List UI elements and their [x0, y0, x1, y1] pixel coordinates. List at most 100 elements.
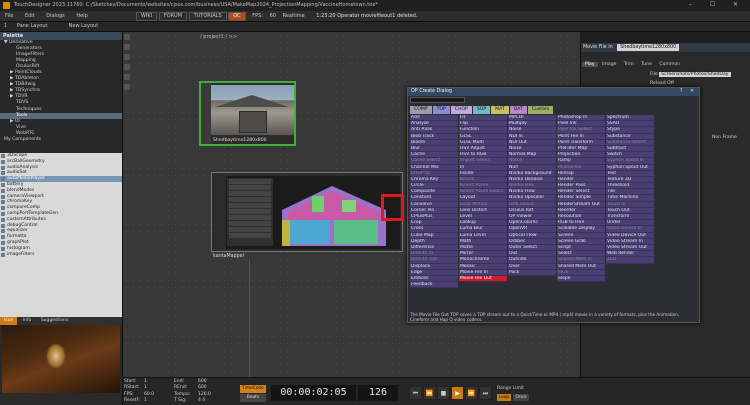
- param-tab-tune[interactable]: Tune: [638, 62, 655, 67]
- param-tab-play[interactable]: Play: [582, 62, 598, 67]
- op-item[interactable]: ZED: [606, 257, 654, 264]
- timeline-stat-value[interactable]: 600: [198, 385, 207, 391]
- pane-toolbar: 1 Pane Layout New Layout: [0, 22, 750, 32]
- op-column: Add Analyze Anti Alias Blob Track Bloom Blur C…: [410, 115, 458, 289]
- status-message: 1:23:20 Operator moviefileout1 deleted.: [316, 13, 418, 19]
- op-tab-comp[interactable]: COMP: [410, 106, 432, 114]
- op-dialog-title: OP Create Dialog: [411, 89, 452, 94]
- timecode-button[interactable]: TimeCode: [240, 385, 266, 393]
- skip-start-button[interactable]: ⏮: [409, 386, 422, 400]
- op-tab-dat[interactable]: DAT: [509, 106, 527, 114]
- node-kantamapper-label: kantaMapper: [213, 254, 245, 259]
- step-forward-button[interactable]: ⏩: [465, 386, 478, 400]
- pane-number[interactable]: 1: [0, 22, 11, 31]
- palette-list: 3DScope arcBallGeometry audioAnalysis audio…: [0, 153, 122, 317]
- grid-icon[interactable]: [124, 54, 130, 60]
- range-limit-label: Range Limit: [497, 386, 524, 391]
- timeline-stat-value[interactable]: 1: [144, 385, 147, 391]
- beats-button[interactable]: Beats: [240, 394, 266, 402]
- op-column: MPCDI Multiply Noise NDI In NDI Out Noise Norm…: [508, 115, 556, 276]
- stop-button[interactable]: ■: [437, 386, 450, 400]
- op-tab-top[interactable]: TOP: [432, 106, 450, 114]
- param-op-type: Movie File In: [583, 45, 613, 50]
- op-item[interactable]: Pack: [508, 269, 556, 276]
- window-titlebar: TouchDesigner 2023.11760: C:/Sketches/Do…: [0, 0, 750, 11]
- oc-badge[interactable]: OC: [228, 12, 246, 21]
- op-tab-custom[interactable]: Custom: [527, 106, 554, 114]
- op-dialog-titlebar: OP Create Dialog ? ✕: [408, 88, 699, 96]
- tab-suggestions[interactable]: Suggestions: [37, 317, 73, 325]
- param-reload[interactable]: Reload Off: [650, 81, 674, 86]
- shed-roof: [215, 95, 289, 107]
- param-header: Movie File In Shedbaytime1280x800: [581, 43, 750, 52]
- skip-end-button[interactable]: ⏭: [479, 386, 492, 400]
- play-button[interactable]: ▶: [451, 386, 464, 400]
- realtime-toggle[interactable]: Realtime: [278, 11, 310, 22]
- timeline-stat-value[interactable]: 120.0: [198, 392, 211, 398]
- op-dialog-controls[interactable]: ? ✕: [680, 88, 697, 96]
- lamp-image: [46, 343, 66, 369]
- zoom-icon[interactable]: [124, 64, 130, 70]
- layout-icon[interactable]: [124, 74, 130, 80]
- param-tabs: Play Image Trim Tune Common: [582, 62, 683, 67]
- touchdesigner-app-icon: [3, 2, 10, 9]
- once-button[interactable]: Once: [513, 394, 529, 401]
- op-description: The Movie File Out TOP saves a TOP strea…: [410, 312, 680, 322]
- color-icon[interactable]: [124, 84, 130, 90]
- wire: [249, 260, 250, 377]
- op-tab-mat[interactable]: MAT: [491, 106, 509, 114]
- menu-dialogs[interactable]: Dialogs: [41, 11, 70, 22]
- kanta-ui-panel: [227, 178, 273, 246]
- timeline-stat-value[interactable]: 60.0: [144, 392, 154, 398]
- palette-tree-item[interactable]: My Components: [0, 137, 122, 143]
- param-op-name[interactable]: Shedbaytime1280x800: [617, 44, 680, 51]
- tab-icon[interactable]: Icon: [0, 317, 18, 325]
- timecode-display[interactable]: 00:00:02:05: [271, 385, 356, 401]
- kanta-viewer: [226, 176, 400, 249]
- param-file-row: File Screenshots/Photos/ShedDay: [650, 72, 731, 77]
- timeline-stat-value[interactable]: 1: [144, 398, 147, 404]
- timeline-stat-value[interactable]: 4 4: [198, 398, 205, 404]
- param-tab-image[interactable]: Image: [599, 62, 619, 67]
- menu-help[interactable]: Help: [71, 11, 92, 22]
- projection-mapping-preview: [282, 186, 386, 246]
- network-path[interactable]: / project1 / >>: [200, 34, 237, 40]
- new-layout-button[interactable]: New Layout: [65, 22, 103, 31]
- forum-button[interactable]: FORUM: [158, 12, 187, 21]
- tab-info[interactable]: Info: [19, 317, 36, 325]
- param-tab-trim[interactable]: Trim: [621, 62, 637, 67]
- frame-display[interactable]: 126: [358, 385, 398, 401]
- menubar: File Edit Dialogs Help WIKI FORUM TUTORI…: [0, 11, 750, 22]
- timeline-stat-label: ResetF:: [124, 397, 141, 403]
- op-tab-sop[interactable]: SOP: [472, 106, 491, 114]
- step-back-button[interactable]: ⏪: [423, 386, 436, 400]
- node-kantamapper[interactable]: [211, 172, 403, 252]
- op-grid: Add Analyze Anti Alias Blob Track Bloom Blur C…: [410, 115, 655, 313]
- palette-list-item[interactable]: imageFilters: [0, 252, 122, 258]
- tutorials-button[interactable]: TUTORIALS: [188, 12, 227, 21]
- op-tab-chop[interactable]: CHOP: [450, 106, 472, 114]
- timeline-stat-label: RStart:: [124, 385, 140, 391]
- home-icon[interactable]: [124, 34, 130, 40]
- wiki-button[interactable]: WIKI: [135, 12, 158, 21]
- param-tab-common[interactable]: Common: [656, 62, 683, 67]
- window-title: TouchDesigner 2023.11760: C:/Sketches/Do…: [14, 2, 378, 8]
- node-side-toolbar: [201, 83, 211, 144]
- menu-file[interactable]: File: [0, 11, 18, 22]
- op-search-input[interactable]: [410, 97, 465, 103]
- pane-layout-button[interactable]: Pane Layout: [13, 22, 52, 31]
- fps-label: FPS:: [252, 13, 264, 19]
- op-item[interactable]: Feedback: [410, 282, 458, 289]
- param-file-field[interactable]: Screenshots/Photos/ShedDay: [659, 72, 731, 77]
- pan-icon[interactable]: [124, 44, 130, 50]
- op-column: Spectrum SSAO Stype Substance Substance Sele…: [606, 115, 654, 264]
- op-item-movie-file-out[interactable]: Movie File Out: [459, 275, 507, 283]
- timeline-stat-label: Tempo:: [174, 391, 191, 397]
- loop-button[interactable]: Loop: [497, 394, 511, 401]
- op-item[interactable]: Slope: [557, 275, 605, 283]
- palette-preview-image: [2, 325, 120, 393]
- network-toolbar: [123, 32, 131, 232]
- window-controls[interactable]: – ☐ ✕: [689, 1, 746, 8]
- node-shedbaytime[interactable]: Shedbaytime1280x800: [199, 81, 296, 146]
- menu-edit[interactable]: Edit: [20, 11, 40, 22]
